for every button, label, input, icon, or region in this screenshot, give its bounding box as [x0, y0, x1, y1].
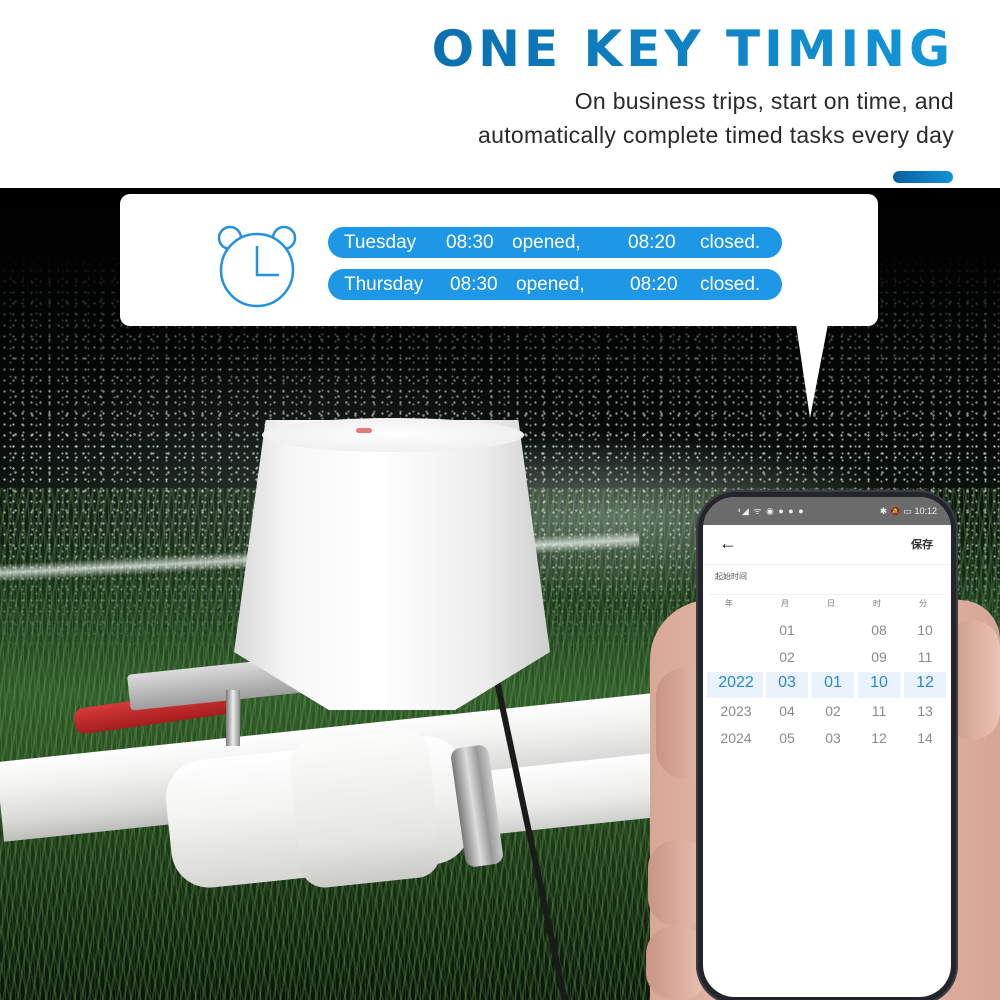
picker-year-option[interactable]: 2022 — [713, 674, 759, 692]
close-time: 08:20 — [630, 274, 678, 295]
column-header-day: 日 — [827, 599, 835, 608]
column-header-year: 年 — [725, 599, 733, 608]
schedule-day: Thursday — [344, 274, 424, 295]
picker-year-option[interactable]: 2023 — [713, 703, 759, 719]
actuator-top — [262, 418, 524, 452]
picker-minute-option[interactable]: 10 — [902, 622, 948, 638]
status-time: 10:12 — [914, 506, 937, 516]
bracket-bolt — [226, 690, 240, 746]
phone-screen: ⁴◢ ᯤ ◉ ● ● ● ✱ 🔕 ▭ 10:12 ← 保存 起始时间 年 月 日… — [703, 497, 951, 997]
signal-wifi-icons: ⁴◢ ᯤ ◉ ● ● ● — [737, 506, 805, 516]
bluetooth-battery-icons: ✱ 🔕 ▭ — [879, 506, 912, 516]
picker-month-option[interactable]: 04 — [764, 703, 810, 719]
subtitle-line-1: On business trips, start on time, and — [574, 88, 954, 114]
picker-month-option[interactable]: 05 — [764, 730, 810, 746]
picker-day-option[interactable]: 03 — [810, 730, 856, 746]
picker-month-option[interactable]: 01 — [764, 622, 810, 638]
open-label: opened, — [512, 232, 581, 253]
column-header-month: 月 — [781, 599, 789, 608]
alarm-clock-icon — [217, 225, 297, 308]
status-bar: ⁴◢ ᯤ ◉ ● ● ● ✱ 🔕 ▭ 10:12 — [703, 497, 951, 525]
schedule-entry: Tuesday 08:30 opened, 08:20 closed. — [328, 227, 782, 258]
picker-hour-option[interactable]: 12 — [856, 730, 902, 746]
open-time: 08:30 — [446, 232, 494, 253]
app-bar: ← 保存 — [703, 525, 951, 565]
picker-minute-option[interactable]: 13 — [902, 703, 948, 719]
valve-actuator — [234, 420, 550, 710]
open-label: opened, — [516, 274, 585, 295]
open-time: 08:30 — [450, 274, 498, 295]
back-arrow-icon[interactable]: ← — [719, 533, 737, 554]
header: ONE KEY TIMING On business trips, start … — [0, 0, 1000, 188]
picker-month-option[interactable]: 02 — [764, 649, 810, 665]
picker-hour-option[interactable]: 08 — [856, 622, 902, 638]
subtitle-line-2: automatically complete timed tasks every… — [478, 122, 954, 148]
status-right: ✱ 🔕 ▭ 10:12 — [880, 497, 937, 525]
column-header-hour: 时 — [873, 599, 881, 608]
start-time-label: 起始时间 — [715, 572, 747, 581]
save-button[interactable]: 保存 — [911, 536, 933, 552]
picker-hour-option[interactable]: 09 — [856, 649, 902, 665]
picker-month-option[interactable]: 03 — [764, 674, 810, 692]
schedule-entry: Thursday 08:30 opened, 08:20 closed. — [328, 269, 782, 300]
bubble-tail — [796, 324, 828, 418]
close-time: 08:20 — [628, 232, 676, 253]
picker-day-option[interactable]: 02 — [810, 703, 856, 719]
accent-bar — [893, 171, 953, 183]
picker-minute-option[interactable]: 14 — [902, 730, 948, 746]
picker-hour-option[interactable]: 10 — [856, 674, 902, 692]
ball-valve-collar — [287, 728, 443, 890]
picker-minute-option[interactable]: 11 — [902, 649, 948, 665]
close-label: closed. — [700, 274, 761, 295]
schedule-day: Tuesday — [344, 232, 417, 253]
divider — [709, 594, 945, 595]
picker-hour-option[interactable]: 11 — [856, 703, 902, 719]
actuator-indicator — [356, 428, 372, 433]
picker-year-option[interactable]: 2024 — [713, 730, 759, 746]
picker-minute-option[interactable]: 12 — [902, 674, 948, 692]
column-header-minute: 分 — [919, 599, 927, 608]
picker-day-option[interactable]: 01 — [810, 674, 856, 692]
page-title: ONE KEY TIMING — [431, 20, 954, 78]
close-label: closed. — [700, 232, 761, 253]
